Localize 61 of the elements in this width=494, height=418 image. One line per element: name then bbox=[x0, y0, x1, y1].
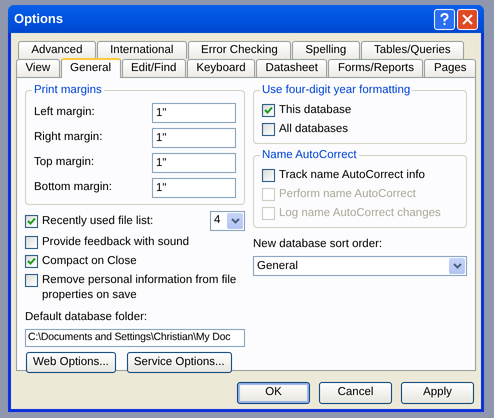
group-title: Print margins bbox=[32, 83, 104, 98]
checkbox-label: Log name AutoCorrect changes bbox=[279, 206, 441, 221]
close-icon bbox=[462, 14, 473, 24]
dialog-button[interactable]: OK bbox=[237, 382, 310, 404]
checkbox-label: Remove personal information from file properties on save bbox=[42, 273, 237, 303]
checkbox-label: Compact on Close bbox=[42, 254, 137, 269]
checkbox[interactable] bbox=[25, 214, 38, 228]
field-label: Top margin: bbox=[34, 155, 94, 170]
tab[interactable]: View bbox=[16, 59, 60, 77]
sort-order-dropdown[interactable]: General bbox=[253, 256, 467, 276]
chevron-down-icon bbox=[452, 263, 462, 270]
tab[interactable]: Error Checking bbox=[188, 41, 292, 59]
chevron-down-icon bbox=[230, 218, 240, 224]
tab[interactable]: Tables/Queries bbox=[360, 41, 464, 59]
checkbox-label: Recently used file list: bbox=[42, 214, 154, 228]
dropdown-value: 4 bbox=[214, 213, 220, 228]
options-button[interactable]: Service Options... bbox=[126, 352, 232, 373]
margin-field[interactable]: 1" bbox=[152, 153, 236, 173]
margin-field[interactable]: 1" bbox=[152, 103, 236, 123]
field-label: Right margin: bbox=[34, 130, 102, 146]
count-dropdown[interactable]: 4 bbox=[210, 211, 245, 231]
dropdown-arrow-button[interactable] bbox=[449, 258, 465, 274]
field-label: Bottom margin: bbox=[34, 180, 112, 196]
tab[interactable]: Edit/Find bbox=[122, 59, 186, 77]
margin-field[interactable]: 1" bbox=[152, 178, 236, 198]
checkbox[interactable] bbox=[262, 104, 275, 117]
tab[interactable]: General bbox=[60, 58, 121, 78]
help-icon bbox=[440, 12, 449, 26]
group-title: Use four-digit year formatting bbox=[260, 83, 412, 98]
checkbox[interactable] bbox=[25, 236, 38, 249]
checkbox[interactable] bbox=[25, 255, 38, 268]
close-button[interactable] bbox=[457, 8, 478, 30]
checkbox[interactable] bbox=[262, 169, 275, 182]
checkmark-icon bbox=[27, 257, 36, 266]
options-button[interactable]: Web Options... bbox=[26, 352, 116, 373]
dialog-button[interactable]: Cancel bbox=[319, 382, 392, 404]
checkbox[interactable] bbox=[262, 123, 275, 136]
checkbox-label: This database bbox=[279, 103, 352, 118]
window-title: Options bbox=[14, 10, 64, 28]
help-button[interactable] bbox=[434, 8, 455, 30]
tab[interactable]: Pages bbox=[424, 59, 476, 77]
checkmark-icon bbox=[264, 106, 273, 115]
checkbox-label: Provide feedback with sound bbox=[42, 235, 190, 250]
checkmark-icon bbox=[27, 216, 36, 226]
tab[interactable]: International bbox=[96, 41, 187, 59]
checkbox-label: Perform name AutoCorrect bbox=[279, 187, 416, 202]
checkbox[interactable] bbox=[25, 274, 38, 287]
checkbox-label: All databases bbox=[279, 122, 348, 137]
checkbox-label: Track name AutoCorrect info bbox=[279, 168, 425, 183]
tab[interactable]: Datasheet bbox=[256, 59, 328, 77]
field-label: Left margin: bbox=[34, 105, 95, 120]
dropdown-value: General bbox=[257, 258, 298, 274]
field-label: New database sort order: bbox=[253, 237, 384, 252]
tab[interactable]: Keyboard bbox=[186, 59, 256, 77]
dialog-button[interactable]: Apply bbox=[401, 382, 474, 404]
margin-field[interactable]: 1" bbox=[152, 128, 236, 148]
field-label: Default database folder: bbox=[25, 310, 148, 325]
dropdown-arrow-button[interactable] bbox=[227, 213, 243, 229]
tab[interactable]: Advanced bbox=[18, 41, 96, 59]
tab[interactable]: Spelling bbox=[292, 41, 360, 59]
tab[interactable]: Forms/Reports bbox=[328, 59, 424, 77]
